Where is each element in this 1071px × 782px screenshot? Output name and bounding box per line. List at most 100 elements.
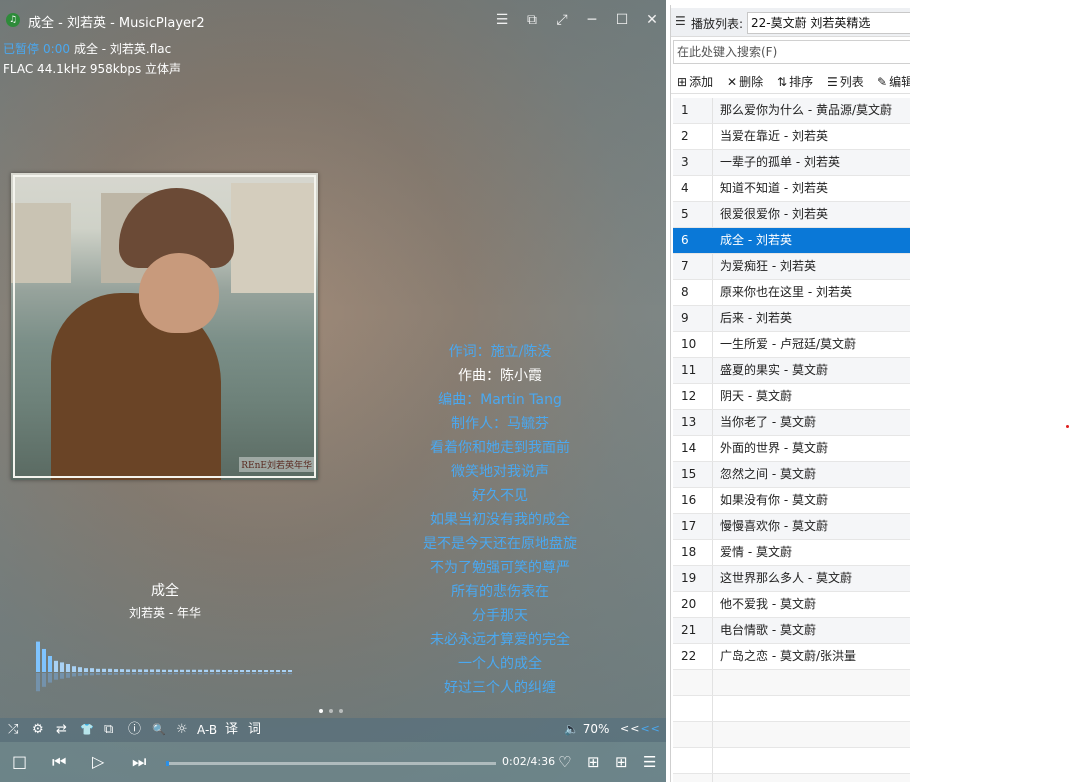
playlist-row[interactable]: 21 电台情歌 - 莫文蔚 (673, 618, 910, 644)
lyrics-panel[interactable]: 作词：施立/陈没 作曲：陈小霞 编曲：Martin Tang 制作人：马毓芬 看着你和她… (380, 340, 620, 700)
add-to-playlist-icon[interactable]: ⊞ (587, 752, 600, 772)
spectrum-bar (204, 669, 208, 672)
volume-down-arrows[interactable]: << (620, 722, 640, 735)
next-button[interactable]: ⏭ (132, 752, 146, 772)
progress-fill[interactable] (166, 761, 169, 766)
lyric-line: 好久不见 (472, 488, 528, 504)
volume-arrows[interactable]: <<<< (620, 722, 661, 735)
playlist-row[interactable]: 9 后来 - 刘若英 (673, 306, 910, 332)
playlist-row[interactable]: 22 广岛之恋 - 莫文蔚/张洪量 (673, 644, 910, 670)
spectrum-reflection (216, 673, 220, 675)
equalizer-icon[interactable]: ⇄ (56, 721, 67, 739)
favorite-icon[interactable]: ♡ (558, 752, 571, 772)
playlist-row[interactable]: 7 为爱痴狂 - 刘若英 (673, 254, 910, 280)
lyric-line: 好过三个人的纠缠 (444, 680, 556, 696)
empty-cell (673, 748, 713, 773)
maximize-button[interactable]: ☐ (610, 9, 634, 31)
spectrum-reflection (246, 673, 250, 675)
menu-icon[interactable]: ☰ (490, 9, 514, 31)
search-icon[interactable]: 🔍 (152, 721, 166, 739)
playlist-row[interactable]: 14 外面的世界 - 莫文蔚 (673, 436, 910, 462)
playlist-row[interactable]: 11 盛夏的果实 - 莫文蔚 (673, 358, 910, 384)
playlist-row[interactable]: 8 原来你也在这里 - 刘若英 (673, 280, 910, 306)
playlist-row[interactable]: 3 一辈子的孤单 - 刘若英 (673, 150, 910, 176)
lyric-button[interactable]: 词 (248, 721, 261, 739)
spectrum-visualizer[interactable] (36, 620, 296, 700)
close-button[interactable]: ✕ (640, 9, 664, 31)
progress-bar[interactable] (166, 761, 496, 766)
track-title: 知道不知道 - 刘若英 (720, 181, 828, 195)
spectrum-bar (264, 670, 268, 672)
playlist-row[interactable]: 10 一生所爱 - 卢冠廷/莫文蔚 (673, 332, 910, 358)
previous-button[interactable]: ⏮ (52, 752, 66, 772)
playlist-tool-button[interactable]: ☰ 列表 (827, 73, 864, 90)
playlist-tool-button[interactable]: ⊞ 添加 (677, 73, 713, 90)
spectrum-bar (216, 669, 220, 672)
playback-time: 0:02/4:36 (502, 755, 556, 768)
playlist-row[interactable]: 16 如果没有你 - 莫文蔚 (673, 488, 910, 514)
shuffle-icon[interactable]: ⤮ (8, 721, 18, 739)
playlist-selector[interactable]: 22-莫文蔚 刘若英精选 (747, 12, 910, 34)
spectrum-reflection (108, 673, 112, 675)
spectrum-bar (42, 648, 46, 672)
track-title: 为爱痴狂 - 刘若英 (720, 259, 816, 273)
media-lib-icon[interactable]: ⊞ (615, 752, 628, 772)
playlist-row[interactable]: 4 知道不知道 - 刘若英 (673, 176, 910, 202)
playlist-row[interactable]: 13 当你老了 - 莫文蔚 (673, 410, 910, 436)
mini-icon[interactable]: ⧉ (104, 721, 113, 739)
brightness-icon[interactable]: ☼ (176, 721, 188, 739)
page-dot[interactable] (329, 709, 333, 713)
playlist-row[interactable]: 20 他不爱我 - 莫文蔚 (673, 592, 910, 618)
settings-icon[interactable]: ⚙ (32, 721, 44, 739)
spectrum-bar (66, 664, 70, 672)
album-cover[interactable]: REnE刘若英年华 (11, 173, 318, 480)
minimize-button[interactable]: ─ (580, 9, 604, 31)
playlist-tool-button[interactable]: ✎编辑 (877, 73, 910, 90)
search-input[interactable]: 在此处键入搜索(F) (673, 40, 910, 64)
translate-button[interactable]: 译 (225, 721, 238, 739)
audio-format: FLAC 44.1kHz 958kbps 立体声 (3, 62, 182, 76)
page-indicator[interactable] (316, 702, 346, 716)
playlist-tool-button[interactable]: ✕ 删除 (727, 73, 763, 90)
info-icon[interactable]: ⓘ (128, 721, 141, 739)
track-number: 15 (673, 462, 713, 487)
track-title: 这世界那么多人 - 莫文蔚 (720, 571, 852, 585)
empty-cell (673, 722, 713, 747)
page-dot[interactable] (339, 709, 343, 713)
spectrum-reflection (192, 673, 196, 675)
song-title: 成全 (151, 583, 179, 599)
stop-button[interactable]: □ (12, 752, 27, 772)
playlist-icon[interactable]: ☰ (643, 752, 656, 772)
playlist-row[interactable]: 17 慢慢喜欢你 - 莫文蔚 (673, 514, 910, 540)
spectrum-reflection (180, 673, 184, 675)
playback-status: 已暂停 0:00 成全 - 刘若英.flac (3, 40, 171, 57)
volume-up-arrows[interactable]: << (640, 722, 660, 735)
tool-icon: ✎ (877, 75, 888, 89)
player-panel: ♫ 成全 - 刘若英 - MusicPlayer2 ☰ ⧉ ⤢ ─ ☐ ✕ 已暂… (0, 0, 666, 782)
playlist-row[interactable]: 12 阴天 - 莫文蔚 (673, 384, 910, 410)
ab-repeat-button[interactable]: A-B (197, 721, 217, 739)
playlist-row[interactable]: 15 忽然之间 - 莫文蔚 (673, 462, 910, 488)
playlist-row[interactable]: 2 当爱在靠近 - 刘若英 (673, 124, 910, 150)
playlist-row[interactable]: 18 爱情 - 莫文蔚 (673, 540, 910, 566)
tool-label: 列表 (839, 75, 864, 89)
play-button[interactable]: ▷ (92, 752, 104, 772)
lyric-line: 作词：施立/陈没 (448, 344, 552, 360)
page-dot[interactable] (319, 709, 323, 713)
volume-control[interactable]: 🔈 70% (564, 722, 609, 736)
spectrum-bar (240, 670, 244, 672)
playlist-row[interactable]: 6 成全 - 刘若英 (673, 228, 910, 254)
playlist-row[interactable]: 5 很爱很爱你 - 刘若英 (673, 202, 910, 228)
fullscreen-icon[interactable]: ⤢ (550, 9, 574, 31)
spectrum-bar (210, 669, 214, 672)
track-title: 原来你也在这里 - 刘若英 (720, 285, 852, 299)
playlist-row[interactable]: 19 这世界那么多人 - 莫文蔚 (673, 566, 910, 592)
tool-label: 编辑 (889, 75, 910, 89)
playlist-row[interactable]: 1 那么爱你为什么 - 黄品源/莫文蔚 (673, 98, 910, 124)
lyric-line: 未必永远才算爱的完全 (430, 632, 570, 648)
playlist-tool-button[interactable]: ⇅ 排序 (777, 73, 813, 90)
mini-mode-icon[interactable]: ⧉ (520, 9, 544, 31)
spectrum-reflection (66, 673, 70, 678)
skin-icon[interactable]: 👕 (80, 721, 94, 739)
tool-icon: ✕ (727, 75, 738, 89)
